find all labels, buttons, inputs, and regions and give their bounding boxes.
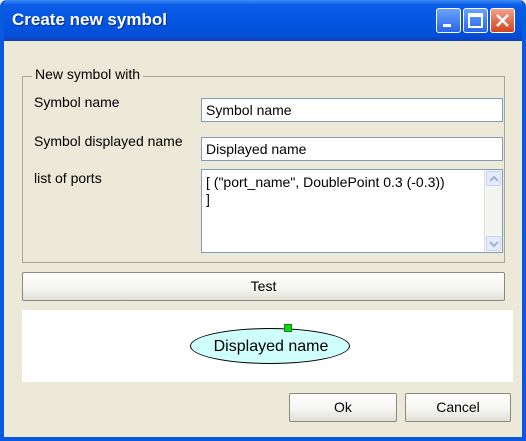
port-marker (284, 324, 292, 332)
symbol-name-input[interactable] (201, 98, 503, 122)
chevron-up-icon (489, 175, 499, 182)
ports-label: list of ports (34, 170, 102, 186)
ports-textarea[interactable]: [ ("port_name", DoublePoint 0.3 (-0.3)) … (201, 169, 503, 253)
scroll-down-button[interactable] (486, 236, 501, 251)
test-button[interactable]: Test (22, 272, 505, 301)
close-button[interactable] (490, 8, 515, 33)
ports-text[interactable]: [ ("port_name", DoublePoint 0.3 (-0.3)) … (206, 174, 476, 208)
chevron-down-icon (489, 241, 499, 248)
symbol-label: Displayed name (213, 338, 329, 355)
close-icon (496, 14, 509, 27)
group-legend: New symbol with (32, 66, 144, 82)
cancel-button[interactable]: Cancel (405, 393, 511, 422)
title-bar[interactable]: Create new symbol (4, 0, 522, 41)
symbol-preview: Displayed name (22, 310, 513, 382)
symbol-name-label: Symbol name (34, 94, 120, 110)
minimize-button[interactable] (436, 8, 461, 33)
ok-button[interactable]: Ok (289, 393, 397, 422)
symbol-shape: Displayed name (190, 328, 350, 364)
scroll-up-button[interactable] (486, 171, 501, 186)
maximize-icon (468, 13, 483, 28)
displayed-name-input[interactable] (201, 137, 503, 161)
displayed-name-label: Symbol displayed name (34, 133, 183, 149)
ports-scrollbar[interactable] (484, 170, 502, 252)
window-title: Create new symbol (12, 10, 167, 29)
minimize-icon (443, 24, 451, 27)
maximize-button[interactable] (463, 8, 488, 33)
